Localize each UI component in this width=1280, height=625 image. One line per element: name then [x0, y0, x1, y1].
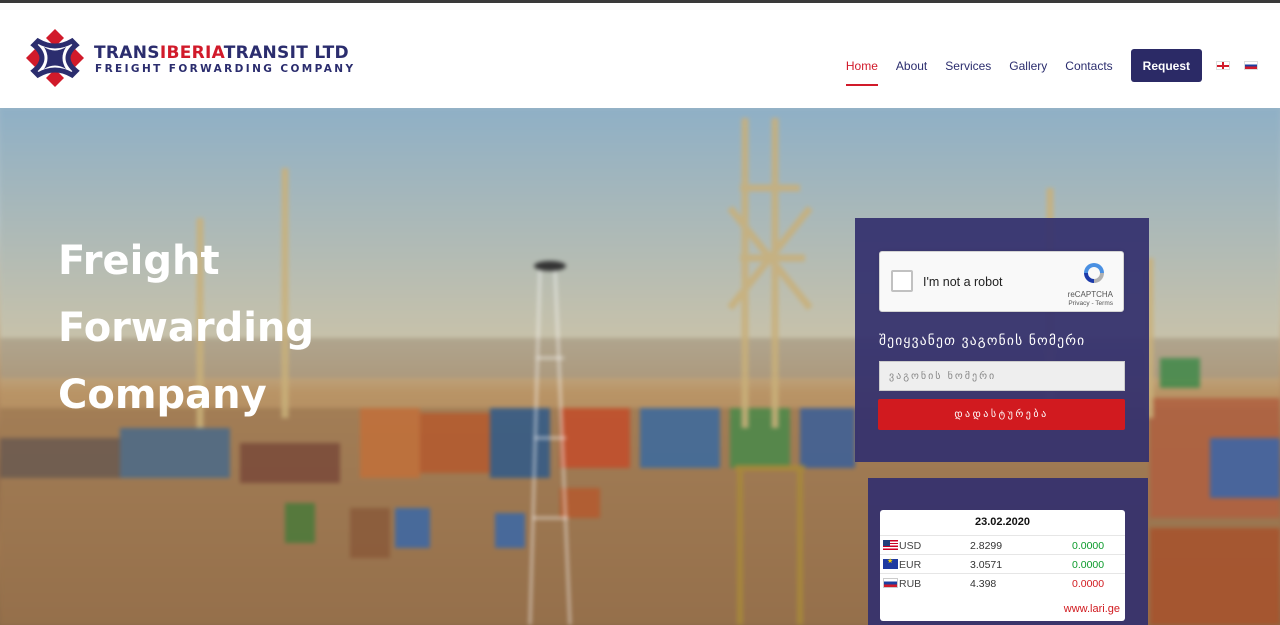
logo-subtitle: FREIGHT FORWARDING COMPANY	[95, 63, 356, 75]
currency-change: 0.0000	[1072, 540, 1105, 552]
rates-date: 23.02.2020	[974, 516, 1031, 528]
wagon-tracking-panel: I'm not a robot reCAPTCHA Privacy - Term…	[855, 218, 1149, 462]
currency-code: USD	[899, 540, 922, 552]
us-flag-icon	[883, 540, 898, 550]
recaptcha-links[interactable]: Privacy - Terms	[1068, 300, 1113, 307]
exchange-rates-widget: 23.02.2020 USD 2.8299 0.0000 EUR 3.0571 …	[880, 510, 1125, 621]
logo-title: TRANSIBERIATRANSIT LTD	[94, 43, 349, 63]
currency-change: 0.0000	[1072, 578, 1105, 590]
recaptcha-label: I'm not a robot	[923, 275, 1003, 289]
wagon-number-heading: შეიყვანეთ ვაგონის ნომერი	[879, 333, 1086, 349]
logo-mark-icon	[26, 29, 84, 87]
nav-gallery[interactable]: Gallery	[1009, 55, 1047, 77]
nav-home[interactable]: Home	[845, 55, 878, 86]
rate-row-eur: EUR 3.0571 0.0000	[880, 554, 1125, 573]
recaptcha-logo-icon	[1084, 263, 1104, 283]
ru-flag-icon	[883, 578, 898, 588]
wagon-number-input[interactable]	[879, 361, 1125, 391]
company-logo[interactable]: TRANSIBERIATRANSIT LTD FREIGHT FORWARDIN…	[24, 27, 364, 91]
nav-about[interactable]: About	[896, 55, 927, 77]
currency-rate: 3.0571	[970, 559, 1003, 571]
lari-source-link[interactable]: www.lari.ge	[1064, 603, 1120, 615]
nav-services[interactable]: Services	[945, 55, 991, 77]
rate-row-rub: RUB 4.398 0.0000	[880, 573, 1125, 592]
recaptcha-brand: reCAPTCHA	[1067, 290, 1113, 299]
eu-flag-icon	[883, 557, 898, 569]
confirm-button[interactable]: დადასტურება	[878, 399, 1125, 430]
main-nav: Home About Services Gallery Contacts Req…	[828, 49, 1258, 86]
currency-change: 0.0000	[1072, 559, 1105, 571]
recaptcha-widget: I'm not a robot reCAPTCHA Privacy - Term…	[879, 251, 1124, 312]
currency-code: EUR	[899, 559, 922, 571]
request-button[interactable]: Request	[1130, 49, 1202, 82]
hero-title: Freight Forwarding Company	[58, 228, 478, 429]
hero-title-line2: Company	[58, 372, 267, 418]
currency-code: RUB	[899, 578, 922, 590]
russian-flag-icon[interactable]	[1244, 61, 1258, 70]
currency-rate: 2.8299	[970, 540, 1003, 552]
nav-contacts[interactable]: Contacts	[1065, 55, 1112, 77]
hero-title-line1: Freight Forwarding	[58, 238, 315, 351]
site-header: TRANSIBERIATRANSIT LTD FREIGHT FORWARDIN…	[0, 3, 1280, 108]
currency-rate: 4.398	[970, 578, 997, 590]
recaptcha-checkbox[interactable]	[891, 270, 913, 292]
georgian-flag-icon[interactable]	[1216, 61, 1230, 70]
rate-row-usd: USD 2.8299 0.0000	[880, 535, 1125, 554]
